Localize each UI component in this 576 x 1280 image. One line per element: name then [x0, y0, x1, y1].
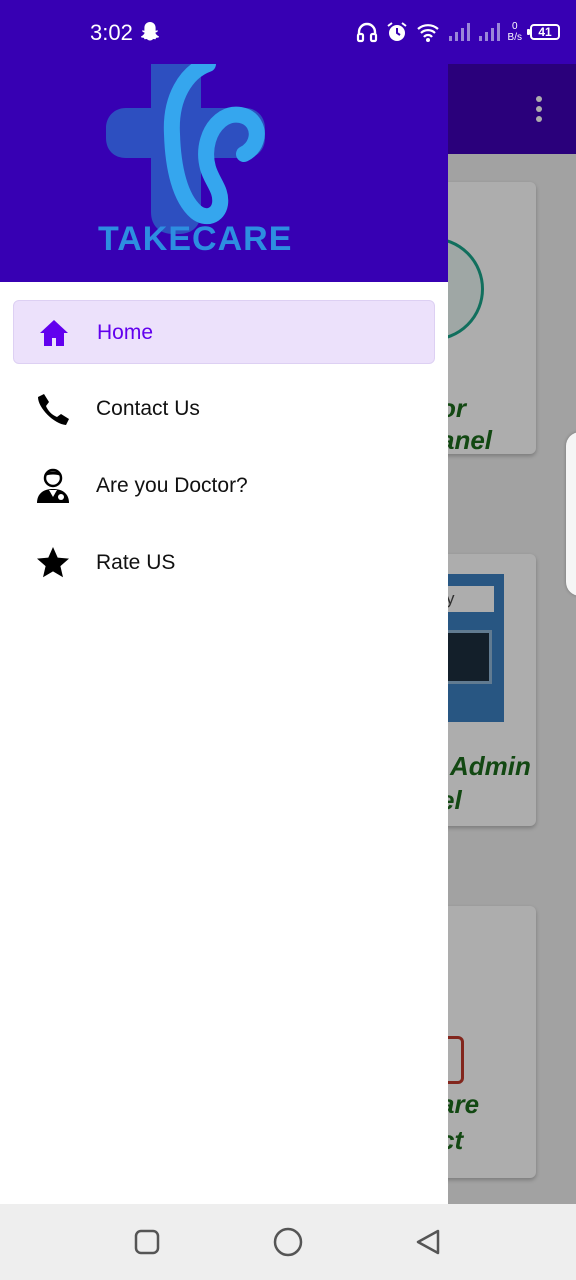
signal-icon — [448, 23, 470, 41]
net-speed-unit: B/s — [507, 32, 522, 43]
status-bar: 3:02 0 B/s 41 — [0, 0, 576, 64]
menu-item-label: Are you Doctor? — [96, 474, 248, 497]
alarm-icon — [386, 22, 407, 41]
status-time: 3:02 — [90, 20, 133, 45]
menu-item-rate-us[interactable]: Rate US — [13, 531, 435, 595]
headphones-icon — [356, 22, 377, 43]
menu-item-home[interactable]: Home — [13, 300, 435, 364]
menu-item-are-you-doctor[interactable]: Are you Doctor? — [13, 454, 435, 518]
net-speed-value: 0 — [511, 21, 518, 32]
status-icons: 0 B/s 41 — [356, 18, 560, 46]
phone-icon — [35, 391, 71, 427]
doctor-icon — [35, 468, 71, 504]
battery-icon: 41 — [527, 24, 560, 40]
back-triangle-icon[interactable] — [412, 1226, 444, 1258]
edge-panel-handle[interactable] — [566, 432, 576, 596]
logo-text: TAKECARE — [98, 220, 293, 258]
menu-item-label: Rate US — [96, 551, 176, 574]
wifi-icon — [416, 24, 439, 42]
star-icon — [35, 545, 71, 581]
system-nav-bar — [0, 1204, 576, 1280]
recent-apps-icon[interactable] — [131, 1226, 163, 1258]
signal-icon — [478, 23, 500, 41]
menu-item-contact-us[interactable]: Contact Us — [13, 377, 435, 441]
home-circle-icon[interactable] — [272, 1226, 304, 1258]
snapchat-icon — [141, 22, 159, 41]
menu-item-label: Home — [97, 321, 154, 344]
menu-item-label: Contact Us — [96, 397, 200, 420]
net-speed: 0 B/s — [508, 21, 522, 43]
navigation-drawer: TAKECARE Home Contact Us Are you Doctor?… — [0, 64, 448, 1204]
drawer-header: TAKECARE — [0, 64, 448, 282]
home-icon — [36, 315, 72, 351]
drawer-menu: Home Contact Us Are you Doctor? Rate US — [0, 300, 448, 608]
